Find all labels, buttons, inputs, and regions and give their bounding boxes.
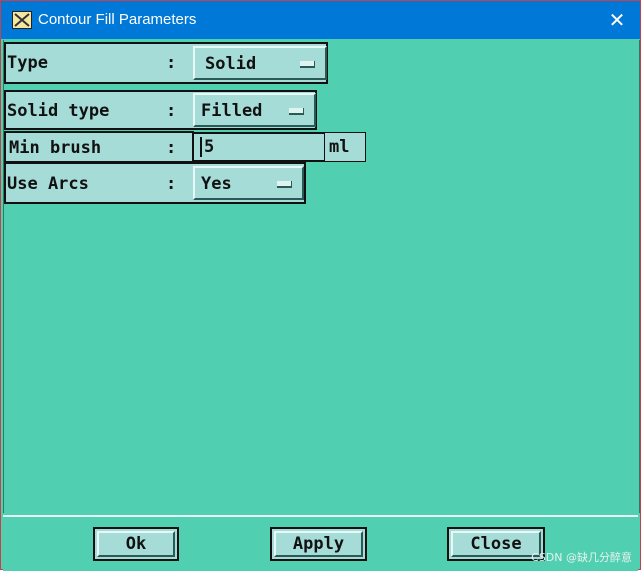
solid-type-option-menu[interactable]: Filled — [193, 93, 316, 127]
parameters-panel: Type : Solid Solid type : Filled Min bru… — [3, 40, 640, 513]
min-brush-unit: ml — [324, 132, 366, 162]
option-menu-indicator-icon — [277, 181, 292, 188]
option-menu-indicator-icon — [300, 61, 315, 68]
min-brush-input[interactable] — [196, 135, 328, 159]
title-bar[interactable]: Contour Fill Parameters ✕ — [1, 1, 640, 39]
type-value: Solid — [205, 54, 257, 74]
use-arcs-label: Use Arcs — [7, 174, 89, 194]
min-brush-field[interactable] — [192, 132, 328, 162]
ok-button[interactable]: Ok — [93, 527, 179, 561]
ok-button-label: Ok — [125, 534, 147, 554]
app-icon — [12, 11, 32, 29]
option-menu-indicator-icon — [289, 108, 304, 115]
min-brush-colon: : — [166, 138, 177, 158]
min-brush-row: Min brush : — [4, 131, 194, 163]
solid-type-value: Filled — [201, 101, 263, 121]
solid-type-colon: : — [166, 101, 177, 121]
close-button-label: Close — [470, 534, 522, 554]
apply-button[interactable]: Apply — [270, 527, 367, 561]
use-arcs-colon: : — [166, 174, 177, 194]
watermark: CSDN @缺几分醉意 — [531, 551, 632, 564]
min-brush-unit-label: ml — [329, 137, 350, 157]
type-label: Type — [7, 53, 48, 73]
type-colon: : — [166, 53, 177, 73]
type-option-menu[interactable]: Solid — [193, 46, 327, 80]
solid-type-label: Solid type — [7, 101, 110, 121]
dialog-window: Contour Fill Parameters ✕ Type : Solid S… — [0, 0, 641, 571]
use-arcs-value: Yes — [201, 174, 232, 194]
use-arcs-option-menu[interactable]: Yes — [193, 166, 304, 200]
min-brush-label: Min brush — [9, 138, 102, 158]
window-title: Contour Fill Parameters — [38, 11, 197, 28]
button-bar: Ok Apply Close CSDN @缺几分醉意 — [3, 515, 638, 571]
apply-button-label: Apply — [292, 534, 345, 554]
close-icon[interactable]: ✕ — [594, 1, 640, 39]
